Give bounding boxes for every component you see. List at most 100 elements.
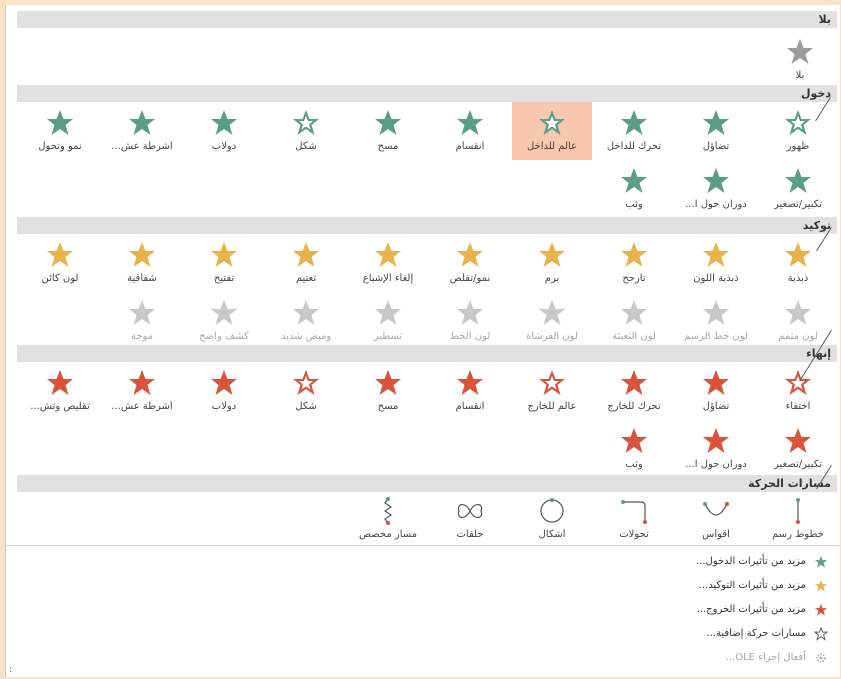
entrance-effect-1-9[interactable]: أشرطة عش...	[102, 102, 182, 160]
effect-star-icon	[703, 242, 729, 267]
effect-label: انقسام	[455, 401, 485, 412]
effect-star-icon	[129, 370, 155, 395]
entrance-effect-1-1[interactable]: ظهور	[758, 102, 838, 160]
effect-label: تحرك للداخل	[606, 141, 662, 152]
exit-effect-1-2[interactable]: تضاؤل	[676, 362, 756, 420]
exit-star-icon	[814, 603, 828, 616]
effect-star-icon	[375, 110, 401, 135]
line-path-icon	[796, 498, 800, 524]
emphasis-effect-1-3[interactable]: تأرجح	[594, 234, 674, 292]
effect-star-icon	[293, 242, 319, 267]
exit-effect-1-3[interactable]: تحرك للخارج	[594, 362, 674, 420]
emphasis-effect-1-8[interactable]: تفتيح	[184, 234, 264, 292]
entrance-effect-2-3[interactable]: وثب	[594, 160, 674, 218]
exit-effect-1-4[interactable]: عالم للخارج	[512, 362, 592, 420]
motion-path-4[interactable]: أشكال	[512, 490, 592, 548]
effect-label: تأرجح	[622, 273, 646, 284]
emphasis-effect-2-3: لون التعبئة	[594, 292, 674, 350]
effect-label: إلغاء الإشباع	[362, 273, 414, 284]
entrance-effect-1-7[interactable]: شكل	[266, 102, 346, 160]
motion-path-label: خطوط رسم	[772, 529, 824, 540]
exit-effect-1-5[interactable]: انقسام	[430, 362, 510, 420]
motion-path-2[interactable]: أقواس	[676, 490, 756, 548]
entrance-effect-1-6[interactable]: مسح	[348, 102, 428, 160]
emphasis-effect-1-5[interactable]: نمو/تقلص	[430, 234, 510, 292]
entrance-effect-1-10[interactable]: نمو وتحول	[20, 102, 100, 160]
emphasis-effect-1-4[interactable]: برم	[512, 234, 592, 292]
effect-label: أشرطة عش...	[111, 401, 173, 412]
effect-label: نمو/تقلص	[449, 273, 491, 284]
effect-label: دوران حول ا...	[685, 199, 747, 210]
exit-effect-1-6[interactable]: مسح	[348, 362, 428, 420]
effect-label: تكبير/تصغير	[773, 199, 823, 210]
more-emphasis-label: مزيد من تأثيرات التوكيد...	[698, 580, 806, 591]
effect-star-icon	[375, 300, 401, 325]
effect-star-icon	[785, 110, 811, 135]
exit-effect-1-9[interactable]: أشرطة عش...	[102, 362, 182, 420]
exit-effect-1-7[interactable]: شكل	[266, 362, 346, 420]
motion-path-label: أقواس	[702, 529, 730, 540]
more-motion-paths[interactable]: مسارات حركة إضافية...	[5, 625, 840, 645]
motion-path-6[interactable]: مسار مخصص	[348, 490, 428, 548]
turn-path-icon	[621, 500, 647, 524]
entrance-effect-1-5[interactable]: انقسام	[430, 102, 510, 160]
entrance-star-icon	[814, 555, 828, 568]
section-header-none: بلا	[17, 11, 837, 28]
emphasis-star-icon	[814, 579, 828, 592]
effect-star-icon	[785, 242, 811, 267]
exit-effect-1-10[interactable]: تقليص وتش...	[20, 362, 100, 420]
effect-label: تقليص وتش...	[30, 401, 90, 412]
entrance-effect-2-2[interactable]: دوران حول ا...	[676, 160, 756, 218]
emphasis-effect-1-2[interactable]: ذبذبة اللون	[676, 234, 756, 292]
loop-path-icon	[457, 504, 483, 518]
effect-none[interactable]: بلا	[760, 31, 840, 89]
effect-star-icon	[539, 242, 565, 267]
exit-effect-1-8[interactable]: دولاب	[184, 362, 264, 420]
emphasis-effect-1-9[interactable]: شفافية	[102, 234, 182, 292]
effect-label: برم	[544, 273, 560, 284]
effect-label: مسح	[377, 141, 399, 152]
effect-star-icon	[703, 110, 729, 135]
effect-label: أشرطة عش...	[111, 141, 173, 152]
emphasis-effect-1-7[interactable]: تعتيم	[266, 234, 346, 292]
effect-star-icon	[47, 110, 73, 135]
effect-star-icon	[129, 300, 155, 325]
effect-star-icon	[703, 428, 729, 453]
exit-effect-2-1[interactable]: تكبير/تصغير	[758, 420, 838, 478]
effect-star-icon	[293, 370, 319, 395]
more-entrance-effects[interactable]: مزيد من تأثيرات الدخول...	[5, 553, 840, 573]
entrance-effect-1-4[interactable]: عالم للداخل	[512, 102, 592, 160]
effect-label: عالم للخارج	[527, 401, 577, 412]
effect-label: لون كائن	[41, 273, 79, 284]
emphasis-effect-1-1[interactable]: ذبذبة	[758, 234, 838, 292]
exit-effect-2-3[interactable]: وثب	[594, 420, 674, 478]
more-emphasis-effects[interactable]: مزيد من تأثيرات التوكيد...	[5, 577, 840, 597]
motion-path-label: حلقات	[456, 529, 484, 540]
entrance-effect-1-8[interactable]: دولاب	[184, 102, 264, 160]
effect-label: دولاب	[211, 141, 237, 152]
ole-label: أفعال إجراء OLE...	[725, 652, 806, 663]
entrance-effect-1-3[interactable]: تحرك للداخل	[594, 102, 674, 160]
exit-effect-2-2[interactable]: دوران حول ا...	[676, 420, 756, 478]
effect-star-icon	[621, 242, 647, 267]
emphasis-effect-2-9: موجة	[102, 292, 182, 350]
emphasis-effect-2-6: تسطير	[348, 292, 428, 350]
exit-effect-1-1[interactable]: اختفاء	[758, 362, 838, 420]
effect-label: تكبير/تصغير	[773, 459, 823, 470]
motion-path-label: أشكال	[538, 529, 566, 540]
entrance-effect-1-2[interactable]: تضاؤل	[676, 102, 756, 160]
custom-path-icon	[383, 497, 393, 525]
motion-path-label: تحولات	[619, 529, 649, 540]
effect-label: شكل	[295, 141, 317, 152]
emphasis-effect-2-5: لون الخط	[430, 292, 510, 350]
motion-path-3[interactable]: تحولات	[594, 490, 674, 548]
motion-path-1[interactable]: خطوط رسم	[758, 490, 838, 548]
effect-star-icon	[211, 242, 237, 267]
gear-icon	[816, 653, 826, 663]
more-exit-effects[interactable]: مزيد من تأثيرات الخروج...	[5, 601, 840, 621]
emphasis-effect-1-6[interactable]: إلغاء الإشباع	[348, 234, 428, 292]
entrance-effect-2-1[interactable]: تكبير/تصغير	[758, 160, 838, 218]
emphasis-effect-1-10[interactable]: لون كائن	[20, 234, 100, 292]
motion-path-5[interactable]: حلقات	[430, 490, 510, 548]
effect-label: ظهور	[786, 141, 810, 152]
